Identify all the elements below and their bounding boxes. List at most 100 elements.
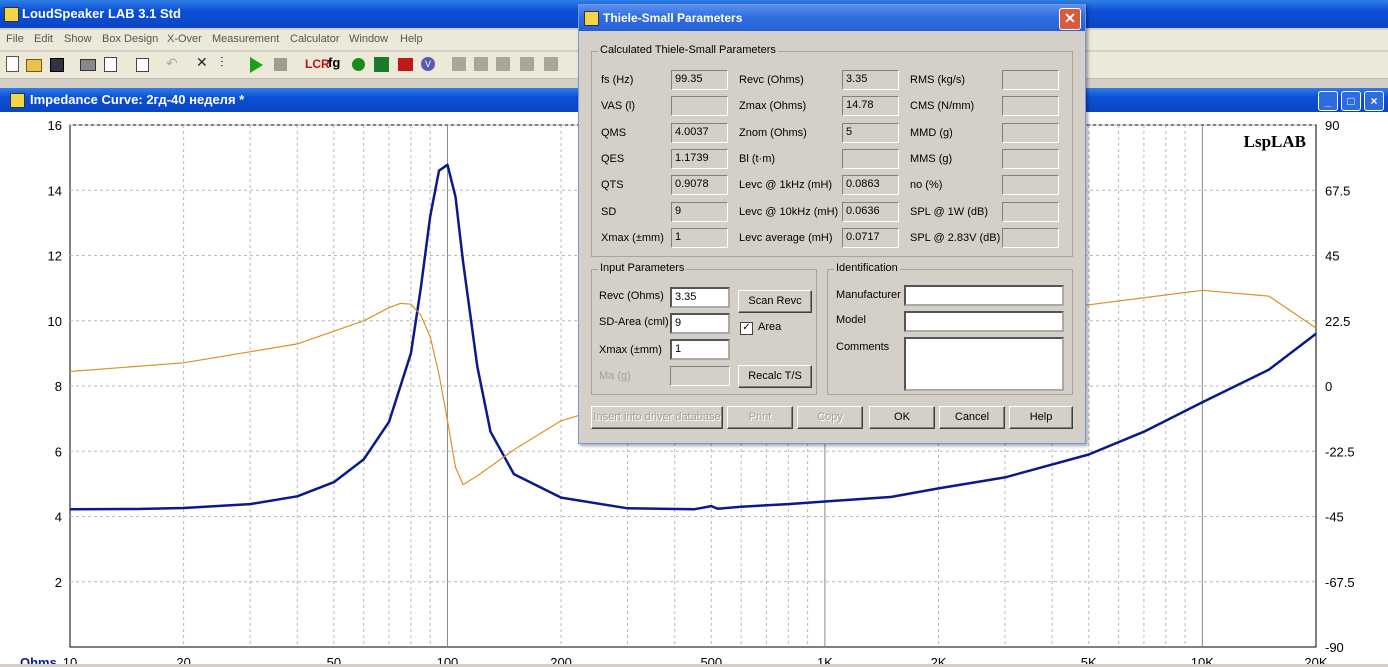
maximize-button[interactable]: □ xyxy=(1341,91,1361,111)
manufacturer-input[interactable] xyxy=(904,285,1064,306)
calc-value xyxy=(671,96,728,117)
y-tick-label: 10 xyxy=(48,314,62,329)
new-file-icon[interactable] xyxy=(6,56,19,72)
play-icon[interactable] xyxy=(250,57,263,73)
y-tick-label: 16 xyxy=(48,118,62,133)
ts-dialog: Thiele-Small Parameters ✕ Calculated Thi… xyxy=(578,4,1086,444)
dialog-close-button[interactable]: ✕ xyxy=(1059,8,1081,30)
calc-label: SD xyxy=(601,205,617,218)
x-tick-label: 20 xyxy=(176,655,190,664)
green-circle-icon[interactable] xyxy=(352,58,365,71)
minimize-button[interactable]: _ xyxy=(1318,91,1338,111)
dialog-title: Thiele-Small Parameters xyxy=(603,11,743,25)
child-window-title: Impedance Curve: 2гд-40 неделя * xyxy=(30,92,245,107)
ma-field xyxy=(670,366,730,386)
stop-icon[interactable] xyxy=(274,58,287,71)
y-tick-label: 14 xyxy=(48,183,62,198)
calc-label: Levc average (mH) xyxy=(739,231,833,244)
calc-value xyxy=(1002,122,1059,143)
area-checkbox[interactable]: ✓ xyxy=(740,322,753,335)
xmax-input[interactable]: 1 xyxy=(670,339,730,360)
menu-help[interactable]: Help xyxy=(400,33,423,45)
input-label-xmax: Xmax (±mm) xyxy=(599,344,662,356)
print-icon[interactable] xyxy=(80,59,96,71)
calc-value: 99.35 xyxy=(671,70,728,90)
open-folder-icon[interactable] xyxy=(26,59,42,72)
network-icon[interactable] xyxy=(374,57,389,72)
y2-tick-label: 22.5 xyxy=(1325,314,1350,329)
print-button[interactable]: Print xyxy=(727,406,793,429)
model-label: Model xyxy=(836,314,866,326)
disabled-tool-icon-3[interactable] xyxy=(496,57,510,71)
fg-icon[interactable]: fg xyxy=(328,55,344,71)
menu-box-design[interactable]: Box Design xyxy=(102,33,158,45)
calc-label: Xmax (±mm) xyxy=(601,231,664,244)
menu-x-over[interactable]: X-Over xyxy=(167,33,202,45)
insert-into-database-button[interactable]: Insert into driver database xyxy=(591,406,723,429)
menu-show[interactable]: Show xyxy=(64,33,92,45)
close-child-button[interactable]: × xyxy=(1364,91,1384,111)
calc-label: Zmax (Ohms) xyxy=(739,100,807,113)
calc-label: QMS xyxy=(601,126,627,139)
menu-measurement[interactable]: Measurement xyxy=(212,33,279,45)
area-checkbox-label: Area xyxy=(758,321,782,333)
calc-value: 0.9078 xyxy=(671,175,728,196)
x-tick-label: 10 xyxy=(63,655,77,664)
y2-tick-label: 0 xyxy=(1325,379,1332,394)
recalc-ts-button[interactable]: Recalc T/S xyxy=(738,365,812,388)
v-icon[interactable]: V xyxy=(421,57,435,71)
calculated-group: Calculated Thiele-Small Parameters fs (H… xyxy=(591,44,1073,257)
identification-group-title: Identification xyxy=(834,262,900,274)
cancel-button[interactable]: Cancel xyxy=(939,406,1005,429)
menu-file[interactable]: File xyxy=(6,33,24,45)
identification-group: Identification Manufacturer Model Commen… xyxy=(827,262,1073,395)
dialog-app-icon xyxy=(584,11,599,26)
speaker-icon xyxy=(10,93,25,108)
dialog-title-bar: Thiele-Small Parameters ✕ xyxy=(579,5,1085,31)
disabled-tool-icon-5[interactable] xyxy=(544,57,558,71)
disabled-tool-icon-4[interactable] xyxy=(520,57,534,71)
menu-calculator[interactable]: Calculator xyxy=(290,33,340,45)
x-tick-label: 100 xyxy=(437,655,459,664)
calc-value xyxy=(1002,70,1059,90)
calc-value xyxy=(1002,148,1059,169)
ok-button[interactable]: OK xyxy=(869,406,935,429)
x-tick-label: 20K xyxy=(1304,655,1327,664)
calc-value: 3.35 xyxy=(842,70,899,90)
y-tick-label: 2 xyxy=(55,575,62,590)
calc-value: 4.0037 xyxy=(671,122,728,143)
calc-value xyxy=(1002,96,1059,117)
lsplab-watermark: LspLAB xyxy=(1244,132,1306,151)
print-preview-icon[interactable] xyxy=(104,57,117,72)
manufacturer-label: Manufacturer xyxy=(836,289,901,301)
undo-icon[interactable]: ↶ xyxy=(166,55,182,71)
calc-value: 1.1739 xyxy=(671,148,728,169)
input-group-title: Input Parameters xyxy=(598,262,687,274)
menu-edit[interactable]: Edit xyxy=(34,33,53,45)
y2-tick-label: -90 xyxy=(1325,640,1344,655)
sd-area-input[interactable]: 9 xyxy=(670,313,730,334)
menu-window[interactable]: Window xyxy=(349,33,388,45)
copy-icon[interactable] xyxy=(136,58,149,72)
graph-icon[interactable] xyxy=(398,58,413,71)
calc-label: MMS (g) xyxy=(910,152,953,165)
sliders-icon[interactable]: ⫶ xyxy=(220,54,236,70)
help-button[interactable]: Help xyxy=(1009,406,1073,429)
tools-icon[interactable]: ✕ xyxy=(196,54,212,70)
calc-label: Levc @ 10kHz (mH) xyxy=(739,205,839,218)
copy-button[interactable]: Copy xyxy=(797,406,863,429)
lcr-icon[interactable]: LCR xyxy=(305,57,330,73)
calc-label: QES xyxy=(601,152,625,165)
calc-value: 5 xyxy=(842,122,899,143)
scan-revc-button[interactable]: Scan Revc xyxy=(738,290,812,313)
input-label-ma: Ma (g) xyxy=(599,370,631,382)
save-icon[interactable] xyxy=(50,58,64,72)
disabled-tool-icon-1[interactable] xyxy=(452,57,466,71)
calc-label: MMD (g) xyxy=(910,126,953,139)
model-input[interactable] xyxy=(904,311,1064,332)
x-tick-label: 10K xyxy=(1191,655,1214,664)
disabled-tool-icon-2[interactable] xyxy=(474,57,488,71)
x-tick-label: 1K xyxy=(817,655,833,664)
comments-input[interactable] xyxy=(904,337,1064,391)
revc-input[interactable]: 3.35 xyxy=(670,287,730,308)
